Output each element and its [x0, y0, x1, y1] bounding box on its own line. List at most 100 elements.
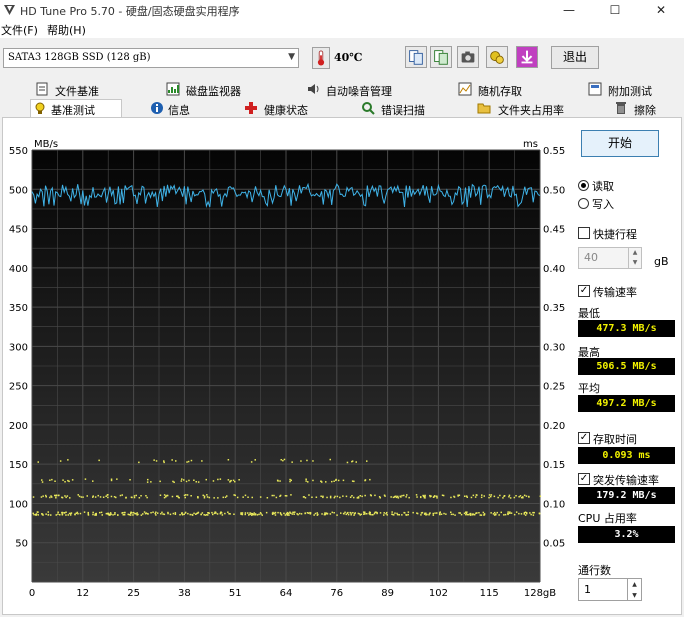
- burst-rate-checkbox[interactable]: ✓: [578, 473, 590, 485]
- exit-button[interactable]: 退出: [551, 46, 599, 69]
- options-icon[interactable]: [486, 46, 508, 68]
- access-time-point: [333, 512, 335, 514]
- access-time-point: [313, 514, 315, 516]
- access-time-point: [291, 461, 293, 463]
- spin-up-icon[interactable]: ▲: [628, 248, 641, 258]
- access-time-point: [70, 512, 72, 515]
- access-time-point: [229, 513, 231, 515]
- access-time-point: [454, 514, 456, 516]
- access-time-point: [159, 480, 161, 483]
- maximize-button[interactable]: ☐: [592, 0, 638, 20]
- copy-image-icon[interactable]: [430, 46, 452, 68]
- access-time-point: [518, 496, 520, 498]
- save-icon[interactable]: [516, 46, 538, 68]
- camera-icon[interactable]: [457, 46, 479, 68]
- access-time-point: [226, 495, 228, 497]
- access-time-point: [190, 495, 192, 497]
- access-time-point: [290, 494, 292, 496]
- spin-down-icon[interactable]: ▼: [627, 590, 641, 601]
- access-time-point: [67, 514, 69, 516]
- access-time-point: [529, 512, 531, 514]
- access-time-point: [465, 495, 468, 497]
- access-time-point: [68, 480, 70, 483]
- access-time-point: [161, 511, 163, 514]
- access-time-point: [490, 495, 492, 498]
- cpu-label: CPU 占用率: [578, 512, 637, 525]
- burst-rate-label: 突发传输速率: [593, 474, 659, 487]
- access-time-point: [421, 511, 424, 514]
- access-time-point: [208, 512, 210, 514]
- write-radio[interactable]: [578, 198, 589, 209]
- menu-file[interactable]: 文件(F): [1, 22, 38, 38]
- access-time-point: [95, 512, 97, 515]
- access-time-point: [366, 513, 368, 515]
- read-radio[interactable]: [578, 180, 589, 191]
- access-time-point: [152, 511, 154, 513]
- access-time-point: [335, 479, 337, 481]
- access-time-point: [353, 496, 355, 499]
- access-time-point: [213, 497, 215, 499]
- short-stroke-input[interactable]: 40 ▲ ▼: [578, 247, 642, 269]
- access-time-point: [240, 513, 243, 515]
- passes-input[interactable]: 1 ▲ ▼: [578, 578, 642, 601]
- access-time-point: [300, 513, 303, 515]
- access-time-point: [155, 514, 157, 516]
- access-time-point: [214, 511, 216, 513]
- tab-benchmark[interactable]: 基准测试: [30, 99, 122, 118]
- access-time-point: [236, 496, 239, 499]
- menu-help[interactable]: 帮助(H): [47, 22, 86, 38]
- drive-select[interactable]: SATA3 128GB SSD (128 gB) ▼: [3, 48, 299, 68]
- close-button[interactable]: ✕: [638, 0, 684, 20]
- access-time-point: [298, 512, 301, 515]
- access-time-point: [539, 495, 542, 497]
- access-time-point: [187, 460, 190, 463]
- transfer-rate-checkbox[interactable]: ✓: [578, 285, 590, 297]
- access-time-point: [339, 496, 341, 499]
- access-time-point: [500, 511, 502, 514]
- access-time-point: [468, 513, 470, 516]
- access-time-point: [179, 514, 181, 516]
- access-time-point: [207, 514, 209, 516]
- tab-label: 磁盘监视器: [186, 85, 241, 98]
- access-time-point: [342, 495, 344, 497]
- access-time-point: [62, 479, 64, 481]
- access-time-point: [57, 511, 59, 513]
- access-time-point: [41, 481, 44, 483]
- access-time-point: [80, 496, 83, 498]
- access-time-point: [284, 495, 287, 497]
- access-time-point: [329, 458, 331, 461]
- start-button[interactable]: 开始: [581, 130, 659, 157]
- copy-text-icon[interactable]: [405, 46, 427, 68]
- access-time-point: [496, 511, 498, 514]
- access-time-point: [172, 512, 175, 515]
- access-time-point: [172, 480, 174, 483]
- access-time-point: [86, 495, 88, 497]
- minimize-button[interactable]: —: [546, 0, 592, 20]
- access-time-point: [98, 459, 100, 462]
- access-time-point: [364, 511, 366, 513]
- access-time-point: [286, 512, 288, 515]
- access-time-point: [229, 480, 232, 482]
- access-time-point: [432, 514, 435, 516]
- short-stroke-checkbox[interactable]: [578, 227, 590, 239]
- access-time-checkbox[interactable]: ✓: [578, 432, 590, 444]
- access-time-point: [227, 479, 230, 481]
- access-time-point: [191, 514, 194, 516]
- access-time-point: [307, 481, 309, 483]
- access-time-point: [37, 461, 39, 463]
- access-time-point: [432, 512, 434, 515]
- spin-up-icon[interactable]: ▲: [627, 579, 641, 590]
- access-time-point: [201, 512, 204, 514]
- access-time-point: [424, 495, 426, 497]
- access-time-point: [122, 514, 124, 516]
- access-time-point: [340, 512, 342, 514]
- access-time-point: [169, 513, 172, 516]
- spin-down-icon[interactable]: ▼: [628, 258, 641, 268]
- access-time-point: [283, 512, 285, 515]
- drive-select-value: SATA3 128GB SSD (128 gB): [8, 52, 151, 63]
- access-time-point: [244, 512, 247, 514]
- access-time-point: [324, 512, 326, 514]
- access-time-point: [197, 496, 199, 498]
- extra-tests-icon: [588, 82, 602, 96]
- access-time-point: [523, 513, 525, 515]
